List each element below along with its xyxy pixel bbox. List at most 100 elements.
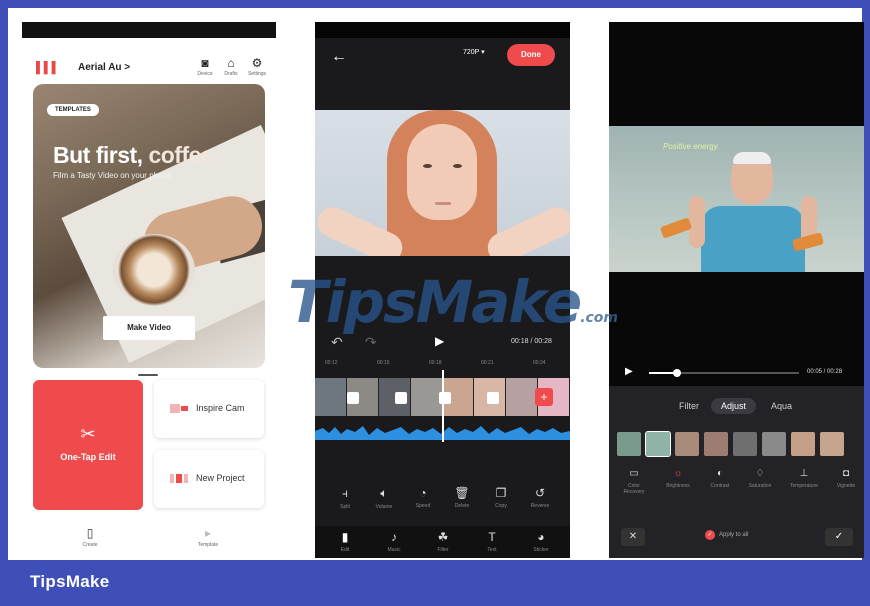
one-tap-edit-button[interactable]: ✂ One-Tap Edit — [33, 380, 143, 510]
nav-filter-label: Filter — [437, 547, 449, 553]
adjust-footer: ✕ ✓ Apply to all ✓ — [609, 522, 864, 558]
progress-track[interactable] — [649, 372, 799, 374]
contrast-button[interactable]: ◐ Contrast — [703, 468, 737, 489]
reverse-icon: ↺ — [534, 486, 546, 500]
done-button[interactable]: Done — [507, 44, 555, 66]
color-recovery-label: Color Recovery — [623, 483, 645, 495]
back-arrow-icon[interactable]: ← — [331, 48, 347, 66]
brightness-icon: ☼ — [673, 468, 683, 479]
new-project-icon — [170, 474, 188, 483]
redo-icon[interactable]: ↷ — [365, 334, 377, 351]
inspire-cam-button[interactable]: Inspire Cam — [154, 380, 264, 438]
delete-button[interactable]: 🗑︎ Delete — [442, 486, 482, 509]
nav-filter[interactable]: ☘ Filter — [423, 530, 463, 553]
filter-thumbnails — [617, 431, 862, 457]
speed-icon: ◔ — [419, 486, 427, 500]
nav-template[interactable]: ▸ Template — [178, 526, 238, 548]
nav-text[interactable]: T Text — [472, 530, 512, 553]
settings-button[interactable]: ⚙ Settings — [244, 56, 270, 77]
video-preview: Positive energy — [609, 126, 864, 272]
playhead[interactable] — [442, 370, 444, 442]
tab-filter[interactable]: Filter — [679, 401, 699, 411]
video-preview — [315, 110, 570, 256]
speed-button[interactable]: ◔ Speed — [403, 486, 443, 509]
temperature-label: Temperature — [789, 483, 819, 489]
temperature-button[interactable]: ⊥ Temperature — [787, 468, 821, 489]
timecode: 00:05 / 00:28 — [807, 369, 843, 375]
add-clip-button[interactable]: + — [535, 388, 553, 406]
vignette-label: Vignette — [836, 483, 856, 489]
play-icon[interactable]: ▶ — [625, 366, 633, 377]
brightness-label: Brightness — [666, 483, 690, 489]
new-project-button[interactable]: New Project — [154, 450, 264, 508]
scissors-icon: ✂ — [80, 424, 96, 444]
drafts-button[interactable]: ⌂ Drafts — [218, 56, 244, 77]
account-switcher[interactable]: Aerial Au > — [78, 62, 130, 73]
filter-thumbnail[interactable] — [820, 432, 844, 456]
app-logo: ▌▌▌ — [36, 62, 60, 74]
editor-bottom-nav: ▮ Edit ♪ Music ☘ Filter T Text ◕ Sticker — [315, 526, 570, 558]
phone-filter-screen: Positive energy ▶ 00:05 / 00:28 Filter A… — [609, 22, 864, 558]
banner-subtitle: Film a Tasty Video on your phone — [53, 171, 172, 180]
transition-marker[interactable] — [395, 392, 407, 404]
make-video-button[interactable]: Make Video — [103, 316, 195, 340]
reverse-button[interactable]: ↺ Reverse — [520, 486, 560, 509]
transition-marker[interactable] — [347, 392, 359, 404]
saturation-button[interactable]: ♢ Saturation — [743, 468, 777, 489]
clip-thumbnail — [506, 378, 539, 416]
split-button[interactable]: ⫞ Split — [325, 486, 365, 510]
filter-thumbnail[interactable] — [791, 432, 815, 456]
confirm-check-button[interactable]: ✓ — [825, 528, 853, 546]
preview-mouth — [435, 202, 451, 205]
apply-to-all-toggle[interactable]: ✓ Apply to all — [705, 530, 748, 540]
preview-body — [701, 206, 805, 272]
device-button[interactable]: ◙ Device — [192, 56, 218, 77]
timecode: 00:18 / 00:28 — [511, 338, 552, 345]
filter-thumbnail[interactable] — [645, 431, 671, 457]
tab-aqua[interactable]: Aqua — [771, 401, 792, 411]
nav-sticker[interactable]: ◕ Sticker — [521, 530, 561, 553]
split-icon: ⫞ — [341, 486, 348, 500]
time-ruler: 00:12 00:15 00:18 00:21 00:24 — [315, 358, 570, 370]
split-label: Split — [340, 504, 350, 510]
ruler-tick: 00:18 — [429, 360, 442, 366]
transition-marker[interactable] — [487, 392, 499, 404]
filter-thumbnail[interactable] — [617, 432, 641, 456]
templates-badge: TEMPLATES — [47, 104, 99, 116]
brightness-button[interactable]: ☼ Brightness — [661, 468, 695, 489]
resolution-selector[interactable]: 720P ▾ — [463, 48, 485, 56]
color-recovery-button[interactable]: ▭ Color Recovery — [617, 468, 651, 495]
contrast-icon: ◐ — [716, 468, 724, 479]
video-caption: Positive energy — [663, 142, 718, 151]
undo-icon[interactable]: ↶ — [331, 334, 343, 351]
edit-toolbar: ⫞ Split 🔈︎ Volume ◔ Speed 🗑︎ Delete ❐ Copy ↺ R… — [315, 486, 570, 526]
transition-marker[interactable] — [439, 392, 451, 404]
sticker-icon: ◕ — [537, 530, 545, 544]
saturation-label: Saturation — [748, 483, 772, 489]
contrast-label: Contrast — [710, 483, 730, 489]
filter-thumbnail[interactable] — [675, 432, 699, 456]
nav-music[interactable]: ♪ Music — [374, 530, 414, 553]
filter-thumbnail[interactable] — [762, 432, 786, 456]
filter-thumbnail[interactable] — [733, 432, 757, 456]
nav-edit[interactable]: ▮ Edit — [325, 530, 365, 553]
filter-icon: ☘ — [437, 530, 449, 544]
volume-button[interactable]: 🔈︎ Volume — [364, 486, 404, 510]
play-icon[interactable]: ▶ — [435, 334, 444, 348]
delete-icon: 🗑︎ — [454, 486, 470, 500]
create-icon: ▯ — [86, 526, 94, 540]
nav-create[interactable]: ▯ Create — [60, 526, 120, 548]
inspire-cam-icon — [170, 404, 188, 413]
template-banner[interactable]: TEMPLATES But first, coffee. Film a Tast… — [33, 84, 265, 368]
tab-adjust[interactable]: Adjust — [711, 398, 757, 414]
preview-arm-left — [689, 196, 705, 248]
apply-to-all-label: Apply to all — [719, 532, 749, 538]
close-icon[interactable]: ✕ — [621, 528, 645, 546]
nav-template-label: Template — [197, 542, 219, 548]
progress-knob[interactable] — [673, 369, 681, 377]
vignette-button[interactable]: ◘ Vignette — [829, 468, 863, 489]
copy-button[interactable]: ❐ Copy — [481, 486, 521, 509]
filter-thumbnail[interactable] — [704, 432, 728, 456]
nav-music-label: Music — [387, 547, 401, 553]
volume-icon: 🔈︎ — [380, 486, 388, 500]
